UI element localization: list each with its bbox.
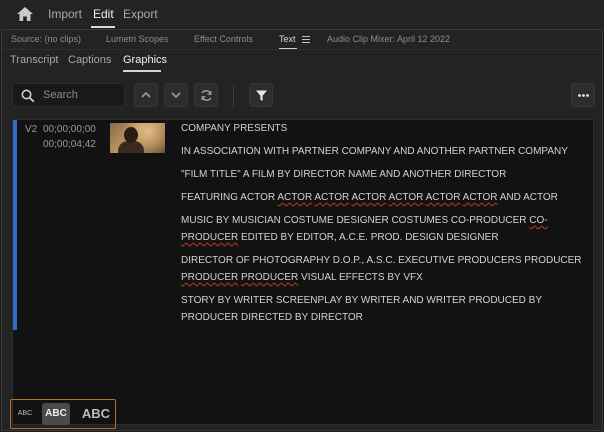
home-icon[interactable] — [16, 6, 34, 22]
graphics-list: V2 00;00;00;00 00;00;04;42 COMPANY PRESE… — [12, 119, 594, 425]
tab-effect-controls[interactable]: Effect Controls — [194, 34, 253, 44]
panel-tab-bar: Source: (no clips) Lumetri Scopes Effect… — [2, 30, 602, 50]
tab-text[interactable]: Text — [279, 34, 296, 44]
refresh-icon — [201, 90, 212, 101]
filter-button[interactable] — [249, 83, 273, 107]
active-menu-indicator — [91, 26, 115, 28]
menu-edit[interactable]: Edit — [93, 7, 114, 21]
active-tab-indicator — [279, 48, 297, 49]
subtab-captions[interactable]: Captions — [68, 54, 111, 66]
track-label: V2 — [25, 124, 38, 135]
search-field[interactable] — [12, 83, 125, 107]
active-subtab-indicator — [123, 70, 161, 72]
text-line[interactable]: COMPANY PRESENTS — [181, 120, 589, 137]
text-size-large[interactable]: ABC — [80, 403, 112, 425]
search-icon — [21, 89, 35, 103]
text-line[interactable]: DIRECTOR OF PHOTOGRAPHY D.O.P., A.S.C. E… — [181, 252, 589, 286]
subtab-transcript[interactable]: Transcript — [10, 54, 59, 66]
menu-export[interactable]: Export — [123, 7, 158, 21]
previous-button[interactable] — [134, 83, 158, 107]
text-line[interactable]: STORY BY WRITER SCREENPLAY BY WRITER AND… — [181, 292, 589, 326]
replace-button[interactable] — [194, 83, 218, 107]
text-panel: Source: (no clips) Lumetri Scopes Effect… — [1, 29, 603, 431]
subtab-graphics[interactable]: Graphics — [123, 54, 167, 66]
search-input[interactable] — [43, 87, 121, 103]
more-button[interactable] — [571, 83, 595, 107]
clip-thumbnail[interactable] — [110, 123, 165, 153]
tab-lumetri-scopes[interactable]: Lumetri Scopes — [106, 34, 169, 44]
tab-audio-clip-mixer[interactable]: Audio Clip Mixer: April 12 2022 — [327, 34, 450, 44]
text-size-selector: ABC ABC ABC — [10, 399, 116, 429]
menu-import[interactable]: Import — [48, 7, 82, 21]
top-menu-bar: Import Edit Export — [0, 0, 604, 28]
toolbar-divider — [233, 86, 234, 108]
text-line[interactable]: "FILM TITLE" A FILM BY DIRECTOR NAME AND… — [181, 166, 589, 183]
chevron-down-icon — [171, 92, 181, 99]
text-line[interactable]: IN ASSOCIATION WITH PARTNER COMPANY AND … — [181, 143, 589, 160]
timecode-out: 00;00;04;42 — [43, 139, 96, 150]
selected-item-indicator — [13, 120, 17, 330]
chevron-up-icon — [141, 91, 151, 98]
text-size-medium[interactable]: ABC — [42, 403, 70, 425]
panel-menu-icon[interactable] — [302, 36, 310, 43]
text-size-small[interactable]: ABC — [15, 403, 35, 425]
text-line[interactable]: FEATURING ACTOR ACTOR ACTOR ACTOR ACTOR … — [181, 189, 589, 206]
more-icon — [578, 94, 589, 97]
tab-source[interactable]: Source: (no clips) — [11, 34, 81, 44]
text-line[interactable]: MUSIC BY MUSICIAN COSTUME DESIGNER COSTU… — [181, 212, 589, 246]
next-button[interactable] — [164, 83, 188, 107]
timecode-in: 00;00;00;00 — [43, 124, 96, 135]
filter-icon — [256, 90, 267, 101]
